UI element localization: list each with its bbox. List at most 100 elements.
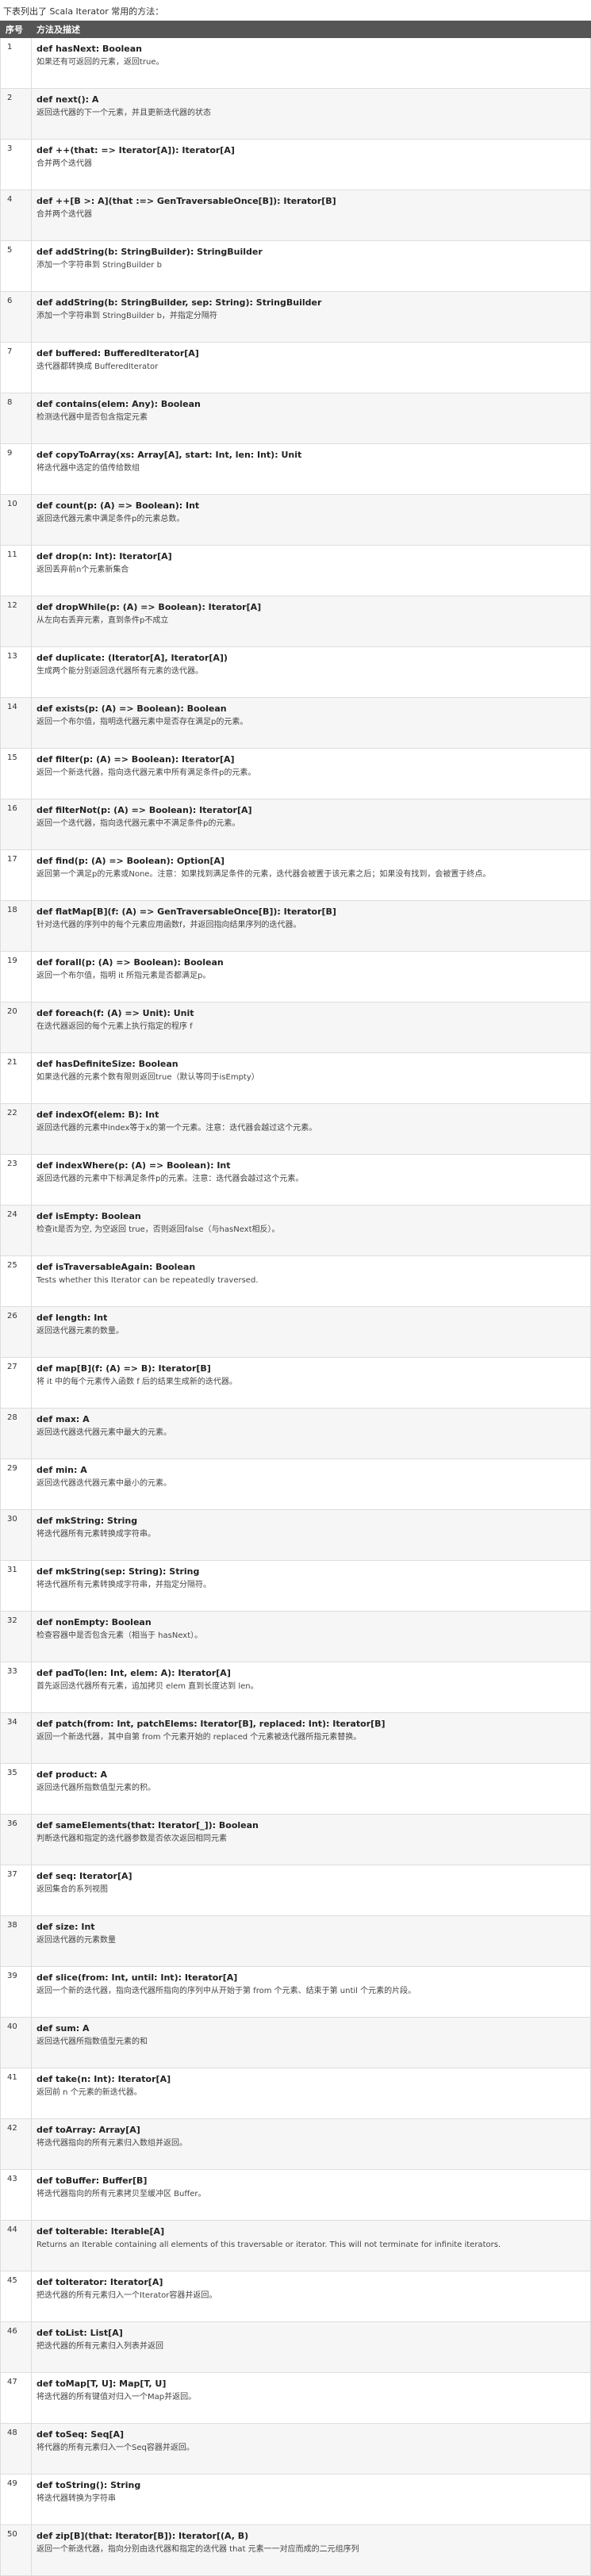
method-signature: def sum: A — [36, 2023, 90, 2034]
row-number: 48 — [7, 2428, 17, 2437]
method-signature: def patch(from: Int, patchElems: Iterato… — [36, 1719, 386, 1729]
row-number: 3 — [7, 144, 13, 153]
method-signature: def toArray: Array[A] — [36, 2125, 140, 2135]
method-cell: def mkString(sep: String): String 将迭代器所有元… — [31, 1560, 591, 1612]
method-signature: def sameElements(that: Iterator[_]): Boo… — [36, 1820, 259, 1830]
method-cell: def drop(n: Int): Iterator[A] 返回丢弃前n个元素新集… — [31, 545, 591, 596]
row-number: 6 — [7, 297, 13, 305]
row-number: 1 — [7, 43, 13, 52]
method-signature: def toList: List[A] — [36, 2328, 123, 2338]
method-description: 把迭代器的所有元素归入一个Iterator容器并返回。 — [36, 2291, 217, 2300]
method-description: 把迭代器的所有元素归入列表并返回 — [36, 2342, 163, 2351]
method-signature: def indexWhere(p: (A) => Boolean): Int — [36, 1160, 231, 1171]
method-signature: def addString(b: StringBuilder): StringB… — [36, 247, 263, 257]
method-cell: def filterNot(p: (A) => Boolean): Iterat… — [31, 799, 591, 850]
method-cell: def filter(p: (A) => Boolean): Iterator[… — [31, 748, 591, 799]
table-row: 23 def indexWhere(p: (A) => Boolean): Int… — [0, 1154, 591, 1206]
row-number: 47 — [7, 2378, 17, 2386]
row-number-cell: 33 — [0, 1662, 32, 1713]
row-number-cell: 46 — [0, 2321, 32, 2373]
table-row: 33 def padTo(len: Int, elem: A): Iterator… — [0, 1662, 591, 1713]
method-cell: def min: A 返回迭代器迭代器元素中最小的元素。 — [31, 1459, 591, 1510]
row-number: 43 — [7, 2175, 17, 2183]
method-description: 返回前 n 个元素的新迭代器。 — [36, 2088, 142, 2097]
row-number-cell: 1 — [0, 37, 32, 89]
method-cell: def map[B](f: (A) => B): Iterator[B] 将 it… — [31, 1357, 591, 1409]
row-number-cell: 10 — [0, 494, 32, 546]
table-row: 34 def patch(from: Int, patchElems: Itera… — [0, 1712, 591, 1764]
method-description: 返回丢弃前n个元素新集合 — [36, 565, 129, 574]
row-number: 30 — [7, 1515, 17, 1524]
method-cell: def buffered: BufferedIterator[A] 迭代器都转换成… — [31, 342, 591, 393]
row-number-cell: 39 — [0, 1966, 32, 2018]
method-description: 判断迭代器和指定的迭代器参数是否依次返回相同元素 — [36, 1834, 227, 1843]
method-signature: def toSeq: Seq[A] — [36, 2429, 125, 2440]
row-number-cell: 22 — [0, 1103, 32, 1155]
method-description: 返回一个新的迭代器，指向迭代器所指向的序列中从开始于第 from 个元素、结束于… — [36, 1987, 416, 1995]
table-body: 1 def hasNext: Boolean 如果还有可返回的元素，返回true。 2… — [0, 37, 591, 2576]
table-row: 14 def exists(p: (A) => Boolean): Boolean… — [0, 697, 591, 749]
row-number: 9 — [7, 449, 13, 458]
row-number-cell: 9 — [0, 443, 32, 495]
method-cell: def find(p: (A) => Boolean): Option[A] 返回… — [31, 849, 591, 901]
method-signature: def dropWhile(p: (A) => Boolean): Iterat… — [36, 602, 262, 612]
table-row: 32 def nonEmpty: Boolean 检查容器中是否包含元素（相当于 h… — [0, 1611, 591, 1662]
method-cell: def isTraversableAgain: Boolean Tests whe… — [31, 1255, 591, 1307]
method-description: 返回一个新迭代器，指向分别由迭代器和指定的迭代器 that 元素一一对应而成的二… — [36, 2545, 359, 2554]
method-description: 返回迭代器的元素数量 — [36, 1936, 116, 1945]
table-row: 44 def toIterable: Iterable[A] Returns an … — [0, 2220, 591, 2271]
row-number: 12 — [7, 601, 17, 610]
method-cell: def forall(p: (A) => Boolean): Boolean 返回… — [31, 951, 591, 1002]
method-description: 返回一个迭代器，指向迭代器元素中不满足条件p的元素。 — [36, 819, 240, 828]
method-cell: def contains(elem: Any): Boolean 检测迭代器中是否… — [31, 393, 591, 444]
row-number-cell: 4 — [0, 190, 32, 241]
method-description: 返回集合的系列视图 — [36, 1885, 108, 1894]
row-number: 16 — [7, 804, 17, 813]
table-row: 36 def sameElements(that: Iterator[_]): B… — [0, 1814, 591, 1865]
row-number-cell: 11 — [0, 545, 32, 596]
row-number-cell: 6 — [0, 291, 32, 343]
row-number-cell: 5 — [0, 240, 32, 292]
method-description: 返回一个布尔值，指明 it 所指元素是否都满足p。 — [36, 972, 211, 980]
row-number-cell: 49 — [0, 2474, 32, 2525]
row-number: 22 — [7, 1109, 17, 1117]
method-cell: def padTo(len: Int, elem: A): Iterator[A… — [31, 1662, 591, 1713]
method-description: 将迭代器的所有键值对归入一个Map并返回。 — [36, 2393, 197, 2402]
table-row: 12 def dropWhile(p: (A) => Boolean): Iter… — [0, 596, 591, 647]
row-number: 18 — [7, 906, 17, 914]
row-number: 17 — [7, 855, 17, 864]
method-description: 返回迭代器所指数值型元素的积。 — [36, 1784, 155, 1792]
table-row: 43 def toBuffer: Buffer[B] 将迭代器指向的所有元素拷贝至缓… — [0, 2169, 591, 2221]
method-signature: def padTo(len: Int, elem: A): Iterator[A… — [36, 1668, 231, 1678]
method-cell: def isEmpty: Boolean 检查it是否为空, 为空返回 true，… — [31, 1205, 591, 1256]
method-signature: def isTraversableAgain: Boolean — [36, 1262, 196, 1272]
row-number-cell: 41 — [0, 2068, 32, 2119]
table-row: 4 def ++[B >: A](that :=> GenTraversableO… — [0, 190, 591, 241]
method-cell: def indexWhere(p: (A) => Boolean): Int 返回… — [31, 1154, 591, 1206]
method-signature: def map[B](f: (A) => B): Iterator[B] — [36, 1363, 211, 1374]
row-number: 38 — [7, 1921, 17, 1930]
method-signature: def product: A — [36, 1769, 108, 1780]
method-signature: def slice(from: Int, until: Int): Iterat… — [36, 1972, 238, 1983]
row-number: 46 — [7, 2327, 17, 2336]
row-number-cell: 16 — [0, 799, 32, 850]
method-signature: def toIterator: Iterator[A] — [36, 2277, 163, 2287]
row-number-cell: 32 — [0, 1611, 32, 1662]
row-number-cell: 26 — [0, 1306, 32, 1358]
row-number: 36 — [7, 1819, 17, 1828]
method-signature: def foreach(f: (A) => Unit): Unit — [36, 1008, 194, 1018]
method-description: Returns an Iterable containing all eleme… — [36, 2241, 501, 2249]
table-row: 26 def length: Int 返回迭代器元素的数量。 — [0, 1306, 591, 1358]
method-cell: def sameElements(that: Iterator[_]): Boo… — [31, 1814, 591, 1865]
row-number: 5 — [7, 246, 13, 255]
method-description: 将迭代器所有元素转换成字符串。 — [36, 1530, 155, 1539]
row-number-cell: 23 — [0, 1154, 32, 1206]
method-signature: def exists(p: (A) => Boolean): Boolean — [36, 703, 227, 714]
method-description: 添加一个字符串到 StringBuilder b — [36, 261, 162, 270]
method-signature: def ++(that: => Iterator[A]): Iterator[A… — [36, 145, 235, 155]
table-row: 46 def toList: List[A] 把迭代器的所有元素归入列表并返回 — [0, 2321, 591, 2373]
method-signature: def mkString(sep: String): String — [36, 1566, 200, 1577]
row-number-cell: 38 — [0, 1915, 32, 1967]
method-signature: def toIterable: Iterable[A] — [36, 2226, 165, 2237]
method-cell: def addString(b: StringBuilder, sep: Str… — [31, 291, 591, 343]
